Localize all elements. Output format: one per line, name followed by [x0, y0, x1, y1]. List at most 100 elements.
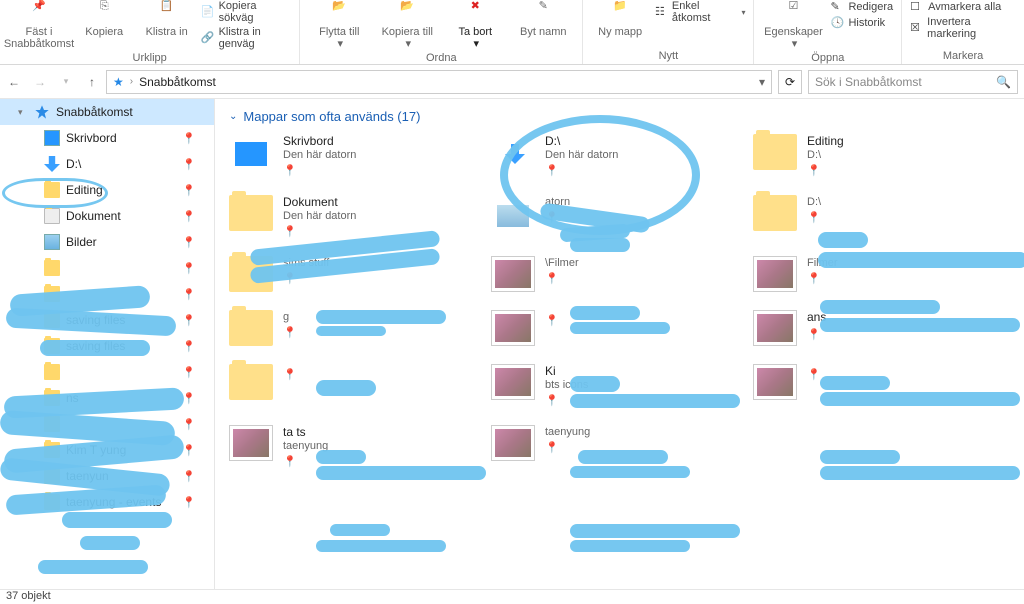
folder-item[interactable]: SkrivbordDen här datorn📍 [229, 134, 479, 177]
navbar: ← → ▾ ↑ ★ › Snabbåtkomst ▾ ⟳ Sök i Snabb… [0, 65, 1024, 99]
paste-icon: 📋 [153, 0, 181, 24]
folder-item[interactable]: atorn📍 [491, 195, 741, 238]
history-button[interactable]: 🕓Historik [830, 16, 893, 30]
sidebar-tree[interactable]: ▾SnabbåtkomstSkrivbord📍D:\📍Editing📍Dokum… [0, 99, 215, 589]
body: ▾SnabbåtkomstSkrivbord📍D:\📍Editing📍Dokum… [0, 99, 1024, 589]
breadcrumb-dropdown[interactable]: ▾ [759, 75, 765, 89]
pin-icon: 📍 [545, 272, 579, 285]
properties-button[interactable]: ☑Egenskaper▾ [762, 0, 824, 50]
folder-item[interactable]: Kibts icons📍 [491, 364, 741, 407]
copy-to-button[interactable]: 📂Kopiera till▾ [376, 0, 438, 50]
copy-button[interactable]: ⎘ Kopiera [76, 0, 132, 38]
easy-access-button[interactable]: ☷ Enkel åtkomst▾ [655, 0, 745, 24]
paste-shortcut-button[interactable]: 🔗 Klistra in genväg [201, 26, 291, 50]
sidebar-item[interactable]: 📍 [0, 281, 214, 307]
ribbon-label-clipboard: Urklipp [133, 50, 167, 64]
move-to-button[interactable]: 📂Flytta till▾ [308, 0, 370, 50]
folder-item[interactable]: \Filmer 📍 [491, 256, 741, 292]
pin-icon: 📍 [182, 184, 196, 197]
rename-button[interactable]: ✎Byt namn [512, 0, 574, 38]
pin-icon: 📍 [283, 368, 297, 381]
sidebar-item[interactable]: saving files📍 [0, 307, 214, 333]
edit-button[interactable]: ✎Redigera [830, 0, 893, 14]
folder-location: \Filmer [545, 257, 579, 269]
ribbon-label-new: Nytt [659, 48, 679, 62]
nav-up-button[interactable]: ↑ [84, 74, 100, 90]
folder-thumb [229, 310, 273, 346]
ribbon-group-select: ☐Avmarkera alla ☒Invertera markering Mar… [902, 0, 1024, 64]
folder-item[interactable]: D:\Den här datorn📍 [491, 134, 741, 177]
shortcut-icon: 🔗 [201, 31, 215, 45]
nav-recent-dropdown[interactable]: ▾ [58, 74, 74, 90]
sidebar-item[interactable]: 📍 [0, 255, 214, 281]
pin-icon: 📍 [182, 392, 196, 405]
breadcrumb[interactable]: ★ › Snabbåtkomst ▾ [106, 70, 772, 94]
nav-back-button[interactable]: ← [6, 74, 22, 90]
sidebar-item[interactable]: taenyun📍 [0, 463, 214, 489]
sidebar-item[interactable]: ns📍 [0, 385, 214, 411]
delete-icon: ✖ [461, 0, 489, 24]
properties-icon: ☑ [779, 0, 807, 24]
folder-location: D:\ [807, 149, 844, 161]
pin-quickaccess-button[interactable]: 📌 Fäst i Snabbåtkomst [8, 0, 70, 50]
folder-item[interactable]: D:\📍 [753, 195, 1003, 238]
tree-expander[interactable]: ▾ [18, 107, 28, 118]
folder-item[interactable]: DokumentDen här datorn📍 [229, 195, 479, 238]
folder-icon [44, 182, 60, 198]
folder-item[interactable]: 📍 [491, 310, 741, 346]
folder-item[interactable]: EditingD:\📍 [753, 134, 1003, 177]
sidebar-item[interactable]: saving files📍 [0, 333, 214, 359]
chevron-down-icon: ⌄ [229, 111, 237, 122]
pin-icon: 📍 [545, 441, 590, 454]
ribbon-label-organize: Ordna [426, 50, 457, 64]
invert-icon: ☒ [910, 21, 923, 35]
folder-item[interactable]: 📍 [229, 364, 479, 407]
folder-location: Den här datorn [545, 149, 618, 161]
folder-item[interactable]: ta tstaenyung📍 [229, 425, 479, 468]
folder-item[interactable]: taenyung📍 [491, 425, 741, 468]
ribbon-group-open: ☑Egenskaper▾ ✎Redigera 🕓Historik Öppna [754, 0, 902, 64]
new-folder-button[interactable]: 📁Ny mapp [591, 0, 649, 38]
deselect-all-button[interactable]: ☐Avmarkera alla [910, 0, 1016, 14]
folder-icon [44, 260, 60, 276]
nav-forward-button[interactable]: → [32, 74, 48, 90]
sidebar-item[interactable]: ▾ Snabbåtkomst [0, 99, 214, 125]
search-input[interactable]: Sök i Snabbåtkomst 🔍 [808, 70, 1018, 94]
search-placeholder: Sök i Snabbåtkomst [815, 75, 922, 89]
refresh-button[interactable]: ⟳ [778, 70, 802, 94]
folder-location: Den här datorn [283, 149, 356, 161]
folder-icon [44, 286, 60, 302]
folder-thumb [491, 310, 535, 346]
sidebar-item[interactable]: 📍 [0, 411, 214, 437]
sidebar-item[interactable]: Dokument📍 [0, 203, 214, 229]
folder-item[interactable]: Filmer📍 [753, 256, 1003, 292]
sidebar-item[interactable]: D:\📍 [0, 151, 214, 177]
sidebar-item-label: Kim T yung [66, 443, 126, 457]
paste-button[interactable]: 📋 Klistra in [138, 0, 194, 38]
folder-item[interactable]: 📍 [753, 364, 1003, 407]
folder-item[interactable]: g📍 [229, 310, 479, 346]
copy-path-button[interactable]: 📄 Kopiera sökväg [201, 0, 291, 24]
ribbon-label-open: Öppna [811, 50, 844, 64]
folder-item[interactable]: ans📍 [753, 310, 1003, 346]
pin-icon: 📍 [182, 470, 196, 483]
folder-icon [44, 312, 60, 328]
folder-location: D:\ [807, 196, 821, 208]
sidebar-item[interactable]: taenyung - events📍 [0, 489, 214, 515]
sidebar-item[interactable]: Kim T yung📍 [0, 437, 214, 463]
folder-item[interactable]: sims stuff📍 [229, 256, 479, 292]
delete-button[interactable]: ✖Ta bort▾ [444, 0, 506, 50]
sidebar-item[interactable]: Bilder📍 [0, 229, 214, 255]
sidebar-item[interactable]: 📍 [0, 359, 214, 385]
folder-name: Dokument [283, 195, 356, 209]
ribbon-group-clipboard: 📌 Fäst i Snabbåtkomst ⎘ Kopiera 📋 Klistr… [0, 0, 300, 64]
folder-thumb [491, 256, 535, 292]
sidebar-item-label: Snabbåtkomst [56, 105, 133, 119]
pin-icon: 📍 [807, 368, 821, 381]
section-frequent-folders[interactable]: ⌄ Mappar som ofta används (17) [229, 109, 1010, 124]
folder-name: Editing [807, 134, 844, 148]
invert-selection-button[interactable]: ☒Invertera markering [910, 16, 1016, 40]
sidebar-item[interactable]: Skrivbord📍 [0, 125, 214, 151]
sidebar-item-label: D:\ [66, 157, 81, 171]
sidebar-item[interactable]: Editing📍 [0, 177, 214, 203]
